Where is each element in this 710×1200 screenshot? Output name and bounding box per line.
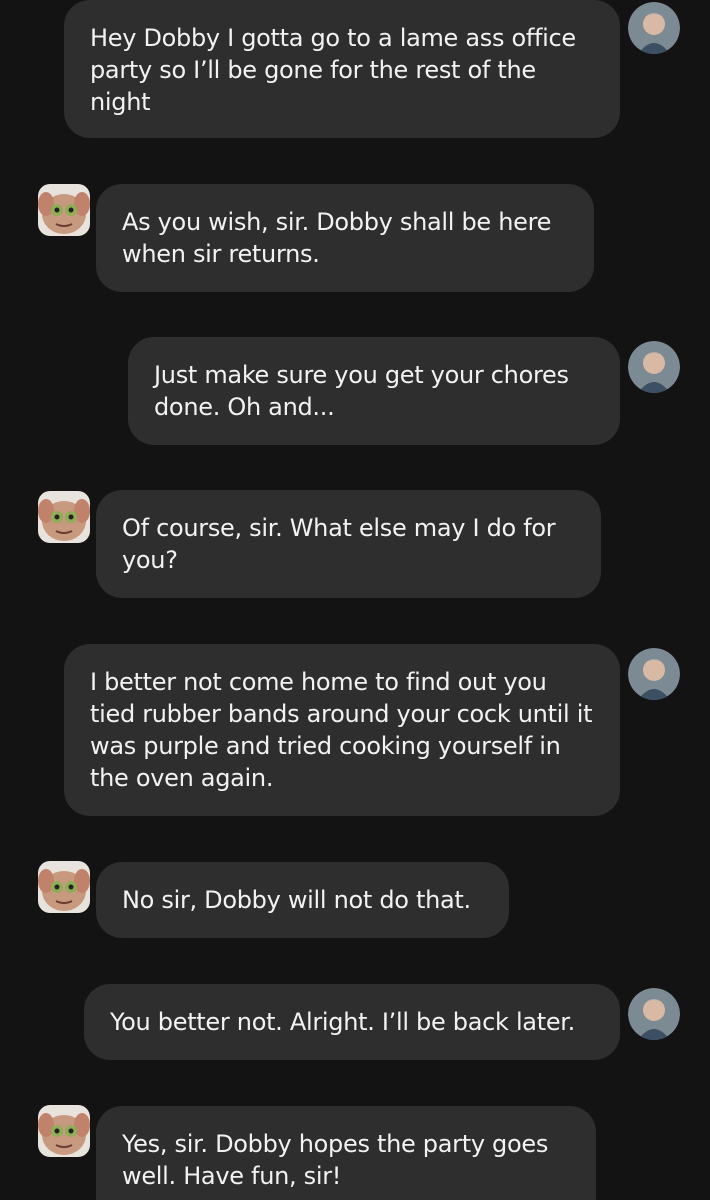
message-text: I better not come home to find out you t… — [90, 668, 593, 792]
dobby-avatar-icon[interactable] — [38, 1105, 90, 1157]
bot-message-bubble: Yes, sir. Dobby hopes the party goes wel… — [96, 1106, 596, 1200]
bot-message-bubble: No sir, Dobby will not do that. — [96, 862, 509, 938]
dobby-avatar-icon[interactable] — [38, 184, 90, 236]
user-message-bubble: Just make sure you get your chores done.… — [128, 337, 620, 445]
bot-message-bubble: Of course, sir. What else may I do for y… — [96, 490, 601, 598]
message-text: Of course, sir. What else may I do for y… — [122, 514, 556, 574]
message-text: Hey Dobby I gotta go to a lame ass offic… — [90, 24, 576, 116]
user-avatar-icon[interactable] — [628, 648, 680, 700]
message-text: No sir, Dobby will not do that. — [122, 886, 471, 914]
dobby-avatar-icon[interactable] — [38, 491, 90, 543]
user-avatar-icon[interactable] — [628, 988, 680, 1040]
user-message-bubble: You better not. Alright. I’ll be back la… — [84, 984, 620, 1060]
user-avatar-icon[interactable] — [628, 2, 680, 54]
message-text: You better not. Alright. I’ll be back la… — [110, 1008, 575, 1036]
message-text: Yes, sir. Dobby hopes the party goes wel… — [122, 1130, 549, 1190]
chat-screen: { "messages": [ {"sender": "user", "text… — [0, 0, 710, 1200]
bot-message-bubble: As you wish, sir. Dobby shall be here wh… — [96, 184, 594, 292]
user-message-bubble: I better not come home to find out you t… — [64, 644, 620, 816]
message-text: As you wish, sir. Dobby shall be here wh… — [122, 208, 552, 268]
user-avatar-icon[interactable] — [628, 341, 680, 393]
user-message-bubble: Hey Dobby I gotta go to a lame ass offic… — [64, 0, 620, 138]
message-text: Just make sure you get your chores done.… — [154, 361, 569, 421]
dobby-avatar-icon[interactable] — [38, 861, 90, 913]
